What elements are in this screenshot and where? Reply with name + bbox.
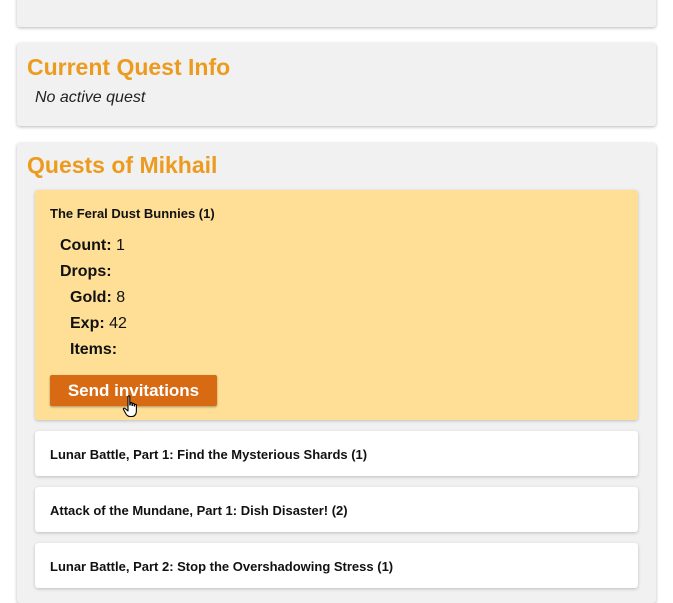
quest-name: The Feral Dust Bunnies (1): [50, 206, 215, 221]
quest-card-feral-dust-bunnies[interactable]: The Feral Dust Bunnies (1) Count: 1 Drop…: [35, 190, 638, 420]
quests-panel: Quests of Mikhail The Feral Dust Bunnies…: [17, 143, 656, 603]
current-quest-status: No active quest: [35, 89, 146, 106]
quest-name: Lunar Battle, Part 2: Stop the Overshado…: [50, 559, 394, 574]
quests-panel-title: Quests of Mikhail: [27, 152, 218, 178]
quest-exp-value: 42: [109, 315, 127, 332]
quest-gold-label: Gold:: [70, 289, 112, 306]
quest-drops: Drops:: [60, 262, 112, 282]
quest-count: Count: 1: [60, 236, 125, 256]
quest-gold-value: 8: [116, 289, 126, 306]
current-quest-panel: Current Quest Info No active quest: [17, 43, 656, 126]
quest-name: Attack of the Mundane, Part 1: Dish Disa…: [50, 503, 348, 518]
quest-items: Items:: [70, 340, 117, 360]
quest-exp-label: Exp:: [70, 315, 105, 332]
quest-card-attack-of-the-mundane-1[interactable]: Attack of the Mundane, Part 1: Dish Disa…: [35, 487, 638, 532]
quest-card-lunar-battle-1[interactable]: Lunar Battle, Part 1: Find the Mysteriou…: [35, 431, 638, 476]
quest-items-label: Items:: [70, 341, 118, 358]
quest-name: Lunar Battle, Part 1: Find the Mysteriou…: [50, 447, 368, 462]
quest-count-label: Count:: [60, 237, 112, 254]
quest-gold: Gold: 8: [70, 288, 125, 308]
quest-count-value: 1: [115, 237, 125, 254]
previous-panel: [17, 0, 656, 27]
quest-drops-label: Drops:: [60, 263, 112, 280]
send-invitations-button[interactable]: Send invitations: [50, 375, 217, 406]
quest-exp: Exp: 42: [70, 314, 127, 334]
quest-card-lunar-battle-2[interactable]: Lunar Battle, Part 2: Stop the Overshado…: [35, 543, 638, 588]
current-quest-title: Current Quest Info: [27, 54, 231, 80]
